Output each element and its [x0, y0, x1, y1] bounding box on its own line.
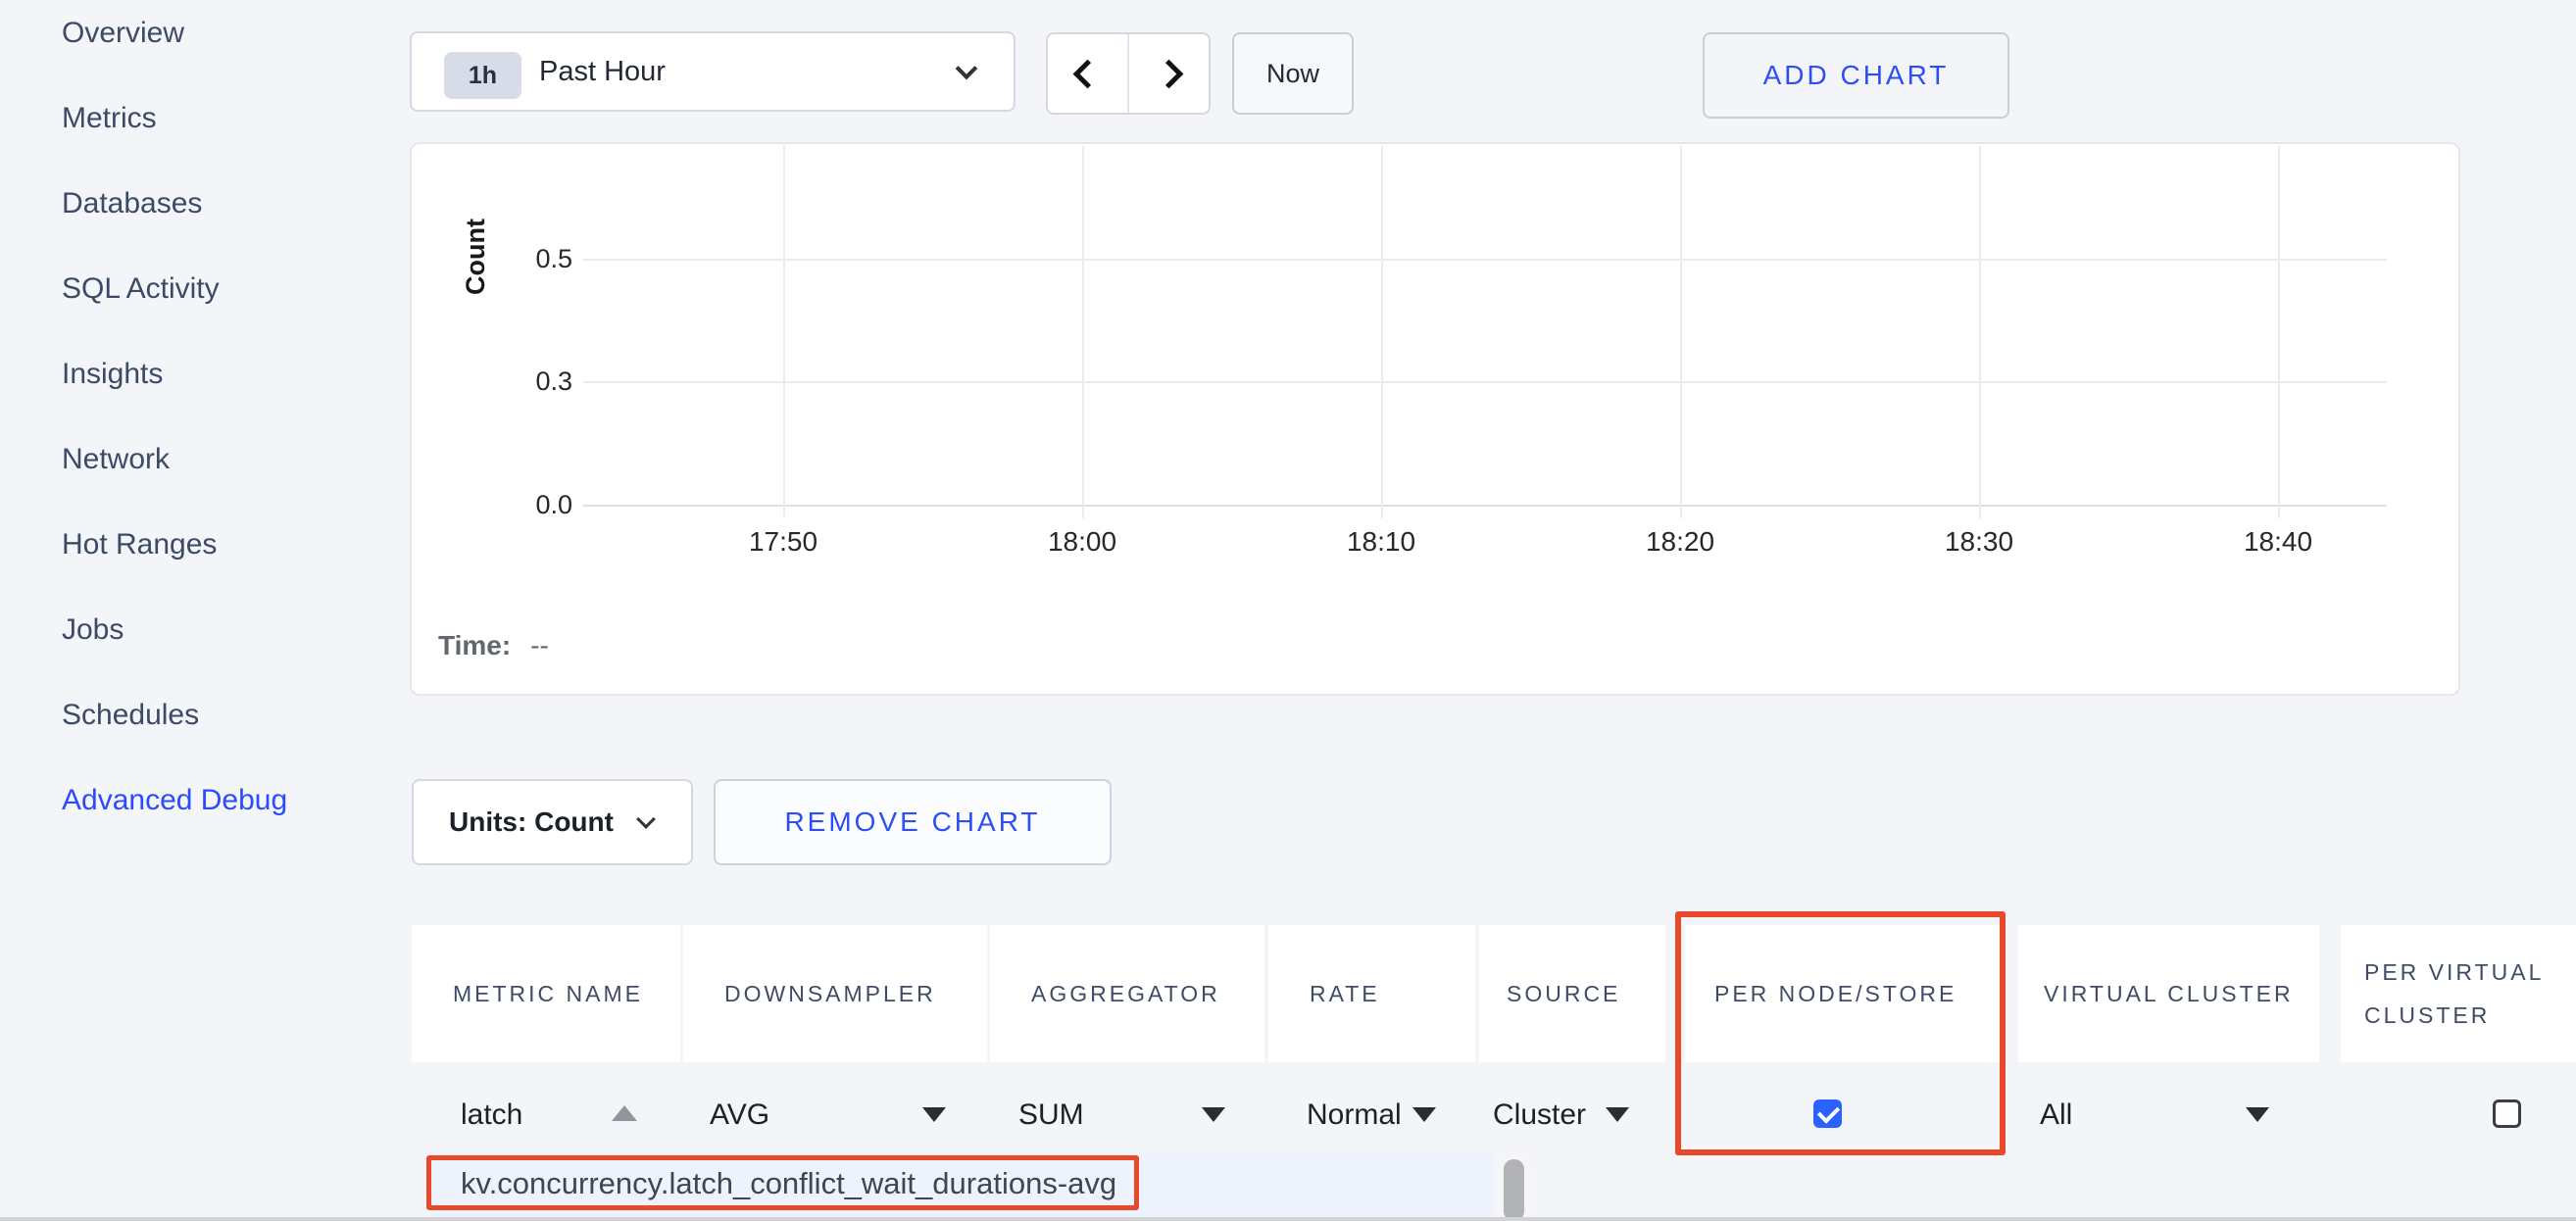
remove-chart-button[interactable]: REMOVE CHART: [714, 779, 1112, 865]
sidebar-item-overview[interactable]: Overview: [62, 16, 184, 51]
time-range-label: Past Hour: [539, 33, 666, 110]
column-header-per-virtual-cluster: PER VIRTUAL CLUSTER: [2341, 925, 2576, 1062]
aggregator-caret-icon[interactable]: [1202, 1107, 1225, 1122]
metric-name-input[interactable]: latch: [461, 1098, 522, 1133]
now-button[interactable]: Now: [1232, 32, 1354, 115]
time-range-badge: 1h: [444, 52, 521, 99]
chevron-down-icon: [956, 58, 978, 80]
add-chart-button[interactable]: ADD CHART: [1703, 32, 2009, 119]
column-header-virtual-cluster: VIRTUAL CLUSTER: [2018, 925, 2319, 1062]
x-tick-label: 18:40: [2219, 526, 2337, 558]
y-tick-label: 0.5: [490, 244, 572, 275]
column-header-per-node-store: PER NODE/STORE: [1685, 925, 2000, 1062]
hover-time-value: --: [530, 630, 549, 660]
rate-select[interactable]: Normal: [1307, 1098, 1402, 1133]
units-dropdown[interactable]: Units: Count: [412, 779, 693, 865]
time-forward-button[interactable]: [1129, 34, 1209, 113]
aggregator-select[interactable]: SUM: [1018, 1098, 1084, 1133]
y-axis-label: Count: [461, 198, 490, 316]
virtual-cluster-caret-icon[interactable]: [2246, 1107, 2269, 1122]
chart-card: Count 0.5 0.3 0.0 17:50 18:00 18:10 18:20 18:30…: [410, 142, 2460, 696]
x-tick-label: 18:20: [1621, 526, 1739, 558]
h-gridline: [583, 505, 2387, 507]
rate-caret-icon[interactable]: [1412, 1107, 1436, 1122]
v-gridline: [1680, 146, 1682, 518]
chevron-down-icon: [636, 809, 656, 829]
v-gridline: [1381, 146, 1383, 518]
x-tick-label: 18:30: [1920, 526, 2038, 558]
source-select[interactable]: Cluster: [1493, 1098, 1586, 1133]
h-gridline: [583, 381, 2387, 383]
v-gridline: [2278, 146, 2280, 518]
x-tick-label: 17:50: [724, 526, 842, 558]
hover-time-readout: Time: --: [438, 630, 549, 661]
chevron-left-icon: [1073, 59, 1103, 88]
sidebar-item-databases[interactable]: Databases: [62, 186, 202, 221]
v-gridline: [1979, 146, 1981, 518]
source-caret-icon[interactable]: [1606, 1107, 1629, 1122]
per-virtual-cluster-checkbox[interactable]: [2493, 1099, 2521, 1128]
time-step-buttons: [1046, 32, 1211, 115]
y-tick-label: 0.0: [490, 490, 572, 521]
column-header-aggregator: AGGREGATOR: [990, 925, 1264, 1062]
x-tick-label: 18:00: [1023, 526, 1141, 558]
downsampler-select[interactable]: AVG: [710, 1098, 769, 1133]
column-header-metric-name: METRIC NAME: [412, 925, 680, 1062]
column-header-rate: RATE: [1268, 925, 1475, 1062]
sidebar-item-hot-ranges[interactable]: Hot Ranges: [62, 527, 217, 562]
metric-suggestion-item[interactable]: kv.concurrency.latch_conflict_wait_durat…: [461, 1166, 1116, 1201]
sidebar-item-network[interactable]: Network: [62, 442, 170, 477]
db-console-custom-chart-page: Overview Metrics Databases SQL Activity …: [0, 0, 2576, 1221]
hover-time-label: Time:: [438, 630, 511, 660]
virtual-cluster-select[interactable]: All: [2040, 1098, 2072, 1133]
per-node-store-checkbox[interactable]: [1813, 1099, 1842, 1128]
time-range-selector[interactable]: 1h Past Hour: [410, 31, 1016, 112]
screenshot-bottom-edge: [0, 1217, 2576, 1221]
v-gridline: [1082, 146, 1084, 518]
metric-dropdown-open-icon[interactable]: [612, 1105, 637, 1121]
v-gridline: [783, 146, 785, 518]
units-dropdown-label: Units: Count: [449, 806, 614, 838]
y-tick-label: 0.3: [490, 366, 572, 398]
x-tick-label: 18:10: [1322, 526, 1440, 558]
sidebar-item-jobs[interactable]: Jobs: [62, 612, 124, 648]
h-gridline: [583, 259, 2387, 261]
sidebar-item-metrics[interactable]: Metrics: [62, 101, 157, 136]
sidebar-item-sql-activity[interactable]: SQL Activity: [62, 271, 220, 307]
downsampler-caret-icon[interactable]: [922, 1107, 946, 1122]
chevron-right-icon: [1155, 59, 1184, 88]
column-header-source: SOURCE: [1479, 925, 1665, 1062]
sidebar-item-advanced-debug[interactable]: Advanced Debug: [62, 783, 287, 818]
sidebar-item-insights[interactable]: Insights: [62, 357, 163, 392]
chart-plot: Count 0.5 0.3 0.0 17:50 18:00 18:10 18:20 18:30…: [412, 144, 2458, 694]
suggestion-scrollbar-thumb[interactable]: [1504, 1159, 1524, 1221]
column-header-downsampler: DOWNSAMPLER: [683, 925, 987, 1062]
time-back-button[interactable]: [1048, 34, 1129, 113]
sidebar-item-schedules[interactable]: Schedules: [62, 698, 199, 733]
